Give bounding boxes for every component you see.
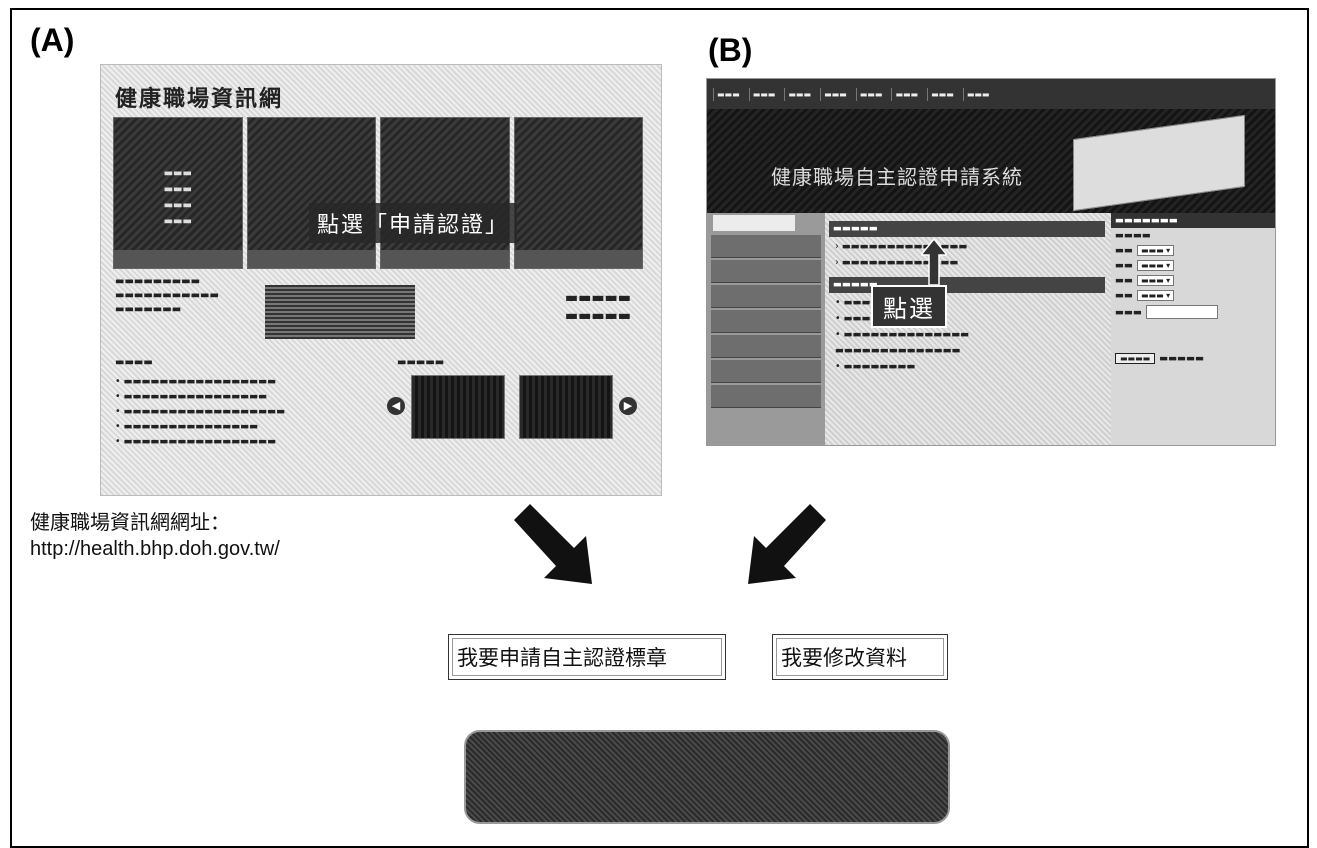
list-item[interactable]: › ▬▬▬▬▬▬▬▬▬▬▬▬▬▬ [829,239,1105,255]
sidebar-item[interactable] [711,335,821,358]
panel-label-b: (B) [708,32,753,68]
list-item[interactable]: • ▬▬▬▬▬▬▬▬▬▬▬▬▬▬ [829,327,1105,343]
list-item[interactable]: › ▬▬▬▬▬▬▬▬▬▬▬▬▬ [829,255,1105,271]
company-name-input[interactable] [1145,305,1218,319]
top-nav-item[interactable]: ▬▬▬ [713,87,743,101]
tile-menu: ▬▬▬ ▬▬▬ ▬▬▬ ▬▬▬ [163,168,192,227]
system-title: 健康職場自主認證申請系統 [771,165,1023,189]
top-nav-item[interactable]: ▬▬▬ [784,87,814,101]
screenshot-certification-system: ▬▬▬ ▬▬▬ ▬▬▬ ▬▬▬ ▬▬▬ ▬▬▬ ▬▬▬ ▬▬▬ 健康職場自主認證… [706,78,1276,446]
search-button[interactable]: ▬▬▬▬ [1115,353,1156,364]
top-navigation-bar: ▬▬▬ ▬▬▬ ▬▬▬ ▬▬▬ ▬▬▬ ▬▬▬ ▬▬▬ ▬▬▬ [707,79,1275,109]
sidebar-item[interactable] [711,385,821,408]
filter-select[interactable]: ▬▬▬ ▾ [1136,275,1175,286]
click-callout: 點選 [871,285,947,328]
sidebar-item[interactable] [711,285,821,308]
banner-illustration [1073,114,1245,212]
sidebar-item[interactable] [711,260,821,283]
filter-select[interactable]: ▬▬▬ ▾ [1136,260,1175,271]
announcement-row: ▬▬▬▬▬▬▬▬▬ ▬▬▬▬▬▬▬▬▬▬▬ ▬▬▬▬▬▬▬ ▬▬▬▬▬ ▬▬▬▬▬ [115,275,645,345]
search-actions: ▬▬▬▬ ▬▬▬▬▬ [1111,351,1275,366]
search-panel: ▬▬▬▬▬▬▬ ▬▬▬▬ ▬▬ ▬▬▬ ▾ ▬▬ ▬▬▬ ▾ ▬▬ ▬▬▬ ▾ ▬▬ ▬… [1111,213,1275,445]
announcements-panel: ▬▬▬▬▬ › ▬▬▬▬▬▬▬▬▬▬▬▬▬▬ › ▬▬▬▬▬▬▬▬▬▬▬▬▬ ▬… [829,215,1105,445]
promo-slogan: ▬▬▬▬▬ ▬▬▬▬▬ [564,290,631,324]
filter-select[interactable]: ▬▬▬ ▾ [1136,245,1175,256]
tile-1[interactable]: ▬▬▬ ▬▬▬ ▬▬▬ ▬▬▬ [113,117,243,269]
list-item[interactable]: • ▬▬▬▬▬▬▬▬▬▬▬▬▬▬▬▬ [115,389,375,404]
site-url[interactable]: http://health.bhp.doh.gov.tw/ [30,536,280,562]
prev-arrow-icon[interactable]: ◀ [387,397,405,415]
click-apply-certification-callout: 點選「申請認證」 [309,203,518,243]
top-nav-item[interactable]: ▬▬▬ [962,87,993,101]
gallery-thumbnail[interactable] [519,375,613,439]
promo-banner-image[interactable] [265,285,415,339]
search-panel-subtitle: ▬▬▬▬ [1115,230,1151,241]
tile-3[interactable] [380,117,510,269]
latest-news-heading: ▬▬▬▬ [115,357,153,368]
list-item[interactable]: • ▬▬▬▬▬▬▬▬▬▬▬▬▬▬▬▬▬ [115,374,375,389]
filter-row: ▬▬ ▬▬▬ ▾ [1111,258,1275,273]
top-nav-item[interactable]: ▬▬▬ [855,87,886,101]
filter-row: ▬▬ ▬▬▬ ▾ [1111,243,1275,258]
site-url-label: 健康職場資訊網網址： [30,512,230,534]
latest-news-section: ▬▬▬▬ • ▬▬▬▬▬▬▬▬▬▬▬▬▬▬▬▬▬ • ▬▬▬▬▬▬▬▬▬▬▬▬▬… [115,355,645,485]
left-navigation [707,213,825,445]
sidebar-item-apply[interactable] [711,310,821,333]
arrow-down-left-icon [748,504,826,584]
list-item[interactable]: ▬▬▬▬▬▬▬▬▬▬▬▬▬▬ [829,343,1105,359]
media-gallery-heading: ▬▬▬▬▬ [397,357,445,368]
tile-2[interactable] [246,117,376,269]
next-arrow-icon[interactable]: ▶ [619,397,637,415]
filter-row: ▬▬▬ [1111,303,1275,321]
modify-data-button[interactable]: 我要修改資料 [772,634,948,680]
site-url-block: 健康職場資訊網網址： http://health.bhp.doh.gov.tw/ [30,510,280,562]
screenshot-health-workplace-site: 健康職場資訊網 ▬▬▬ ▬▬▬ ▬▬▬ ▬▬▬ 點選「申請認證」 ▬▬▬▬▬▬▬▬▬ ▬… [100,64,662,496]
system-banner: 健康職場自主認證申請系統 [707,109,1275,213]
tile-4-apply-certification[interactable] [513,117,643,269]
tile-footer [514,250,642,268]
apply-certification-button[interactable]: 我要申請自主認證標章 [448,634,726,680]
top-nav-item[interactable]: ▬▬▬ [820,87,850,101]
tile-footer [247,250,375,268]
list-item[interactable]: • ▬▬▬▬▬▬▬▬▬▬▬▬▬▬▬▬▬▬ [115,404,375,419]
sidebar-item[interactable] [711,235,821,258]
list-item[interactable]: • ▬▬▬▬▬▬▬▬▬▬▬▬▬▬▬ [115,419,375,434]
top-nav-item[interactable]: ▬▬▬ [927,87,957,101]
filter-row: ▬▬ ▬▬▬ ▾ [1111,273,1275,288]
search-panel-title: ▬▬▬▬▬▬▬ [1111,213,1275,228]
site-title: 健康職場資訊網 [115,86,284,112]
sidebar-item[interactable] [711,360,821,383]
latest-news-list: ▬▬▬▬ • ▬▬▬▬▬▬▬▬▬▬▬▬▬▬▬▬▬ • ▬▬▬▬▬▬▬▬▬▬▬▬▬… [115,355,375,449]
dark-submit-button[interactable] [464,730,950,824]
list-item[interactable]: • ▬▬▬▬▬▬▬▬▬▬▬▬▬▬▬▬▬ [115,434,375,449]
top-nav-item[interactable]: ▬▬▬ [748,87,779,101]
feature-tiles: ▬▬▬ ▬▬▬ ▬▬▬ ▬▬▬ [113,117,643,269]
filter-row: ▬▬ ▬▬▬ ▾ [1111,288,1275,303]
top-nav-item[interactable]: ▬▬▬ [891,87,921,101]
panel-label-a: (A) [30,22,75,58]
list-item[interactable]: • ▬▬▬▬▬▬▬▬ [829,359,1105,375]
login-field[interactable] [713,215,795,231]
section-header: ▬▬▬▬▬ [829,221,1105,237]
up-arrow-icon [921,239,947,285]
tile-footer [381,250,509,268]
gallery-thumbnail[interactable] [411,375,505,439]
arrow-down-right-icon [514,504,592,584]
filter-select[interactable]: ▬▬▬ ▾ [1136,290,1175,301]
tile-footer [114,250,242,268]
